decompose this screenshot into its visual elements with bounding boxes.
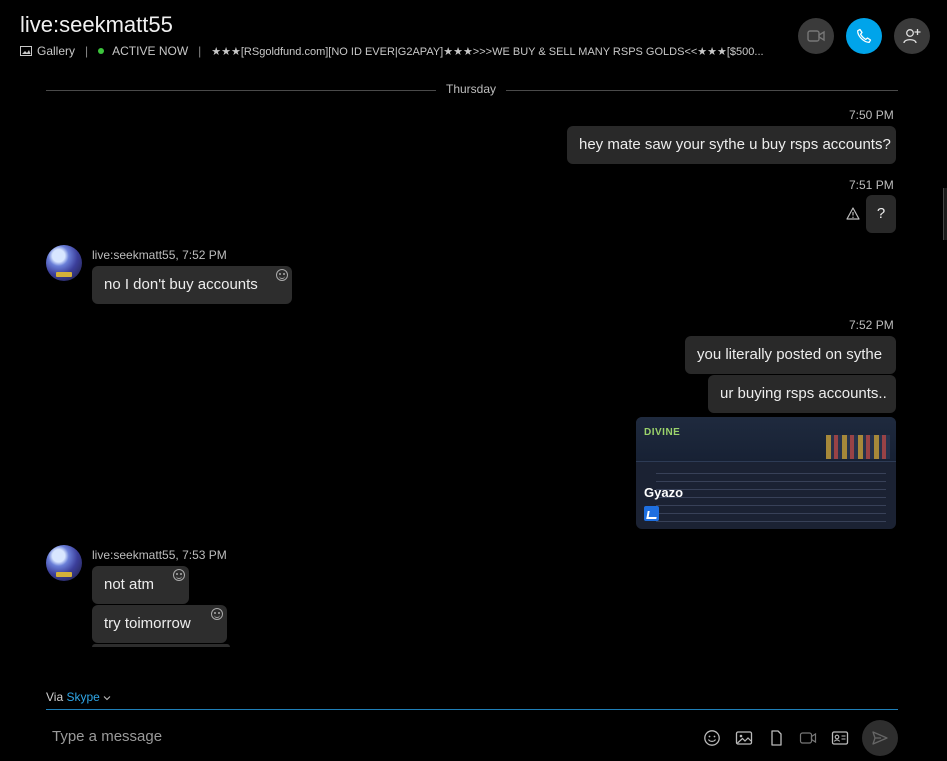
separator: | (198, 44, 202, 58)
message-timestamp: 7:52 PM (182, 248, 227, 262)
audio-call-button[interactable] (846, 18, 882, 54)
gyazo-icon (644, 506, 659, 521)
message-timestamp: 7:53 PM (182, 548, 227, 562)
message-timestamp: 7:52 PM (849, 318, 894, 332)
avatar-badge (56, 272, 72, 277)
online-status-dot (98, 48, 105, 54)
warning-icon[interactable] (846, 207, 860, 220)
clipped-message-edge (92, 644, 230, 647)
outgoing-message[interactable]: ? (866, 195, 896, 233)
incoming-message[interactable]: no I don't buy accounts (92, 266, 292, 304)
composer-divider (46, 709, 898, 710)
avatar-badge (56, 572, 72, 577)
via-selector[interactable]: Via Skype (46, 690, 111, 704)
phone-icon (857, 28, 872, 43)
image-icon[interactable] (735, 729, 753, 747)
video-call-button[interactable] (798, 18, 834, 54)
chevron-down-icon[interactable] (103, 695, 111, 701)
image-link-preview[interactable]: DIVINE Gyazo (636, 417, 896, 529)
contact-avatar[interactable] (46, 545, 82, 581)
sender-name: live:seekmatt55, (92, 248, 179, 262)
contact-name[interactable]: live:seekmatt55 (20, 12, 173, 38)
message-input[interactable]: Type a message (52, 728, 162, 745)
contact-card-icon[interactable] (831, 729, 849, 747)
video-message-icon[interactable] (799, 729, 817, 747)
send-button[interactable] (862, 720, 898, 756)
contact-subline: Gallery | ACTIVE NOW | ★★★[RSgoldfund.co… (20, 44, 764, 58)
emoji-icon[interactable] (703, 729, 721, 747)
add-people-button[interactable] (894, 18, 930, 54)
message-timestamp: 7:50 PM (849, 108, 894, 122)
react-emoji-icon[interactable] (173, 569, 185, 581)
date-divider-label: Thursday (436, 82, 507, 96)
add-person-icon (903, 29, 921, 44)
gallery-icon[interactable] (20, 46, 32, 56)
chat-header: live:seekmatt55 Gallery | ACTIVE NOW | ★… (0, 0, 947, 80)
outgoing-message[interactable]: you literally posted on sythe (685, 336, 896, 374)
preview-site-logo: DIVINE (644, 427, 681, 438)
scrollbar-thumb[interactable] (943, 188, 947, 240)
status-text: ACTIVE NOW (112, 44, 189, 58)
sender-name: live:seekmatt55, (92, 548, 179, 562)
preview-brand-label: Gyazo (644, 485, 684, 500)
outgoing-message[interactable]: hey mate saw your sythe u buy rsps accou… (567, 126, 896, 164)
contact-avatar[interactable] (46, 245, 82, 281)
message-sender: live:seekmatt55, 7:53 PM (92, 548, 227, 562)
gallery-link[interactable]: Gallery (37, 44, 75, 58)
via-service-link[interactable]: Skype (66, 690, 99, 704)
via-label: Via (46, 690, 64, 704)
preview-text-lines (656, 473, 886, 525)
incoming-message[interactable]: try toimorrow (92, 605, 227, 643)
message-timestamp: 7:51 PM (849, 178, 894, 192)
react-emoji-icon[interactable] (276, 269, 288, 281)
react-emoji-icon[interactable] (211, 608, 223, 620)
send-icon (872, 731, 888, 745)
preview-figures (826, 435, 890, 459)
outgoing-message[interactable]: ur buying rsps accounts.. (708, 375, 896, 413)
message-sender: live:seekmatt55, 7:52 PM (92, 248, 227, 262)
file-icon[interactable] (767, 729, 785, 747)
video-camera-icon (807, 30, 825, 42)
mood-message[interactable]: ★★★[RSgoldfund.com][NO ID EVER|G2APAY]★★… (211, 45, 763, 58)
separator: | (85, 44, 89, 58)
